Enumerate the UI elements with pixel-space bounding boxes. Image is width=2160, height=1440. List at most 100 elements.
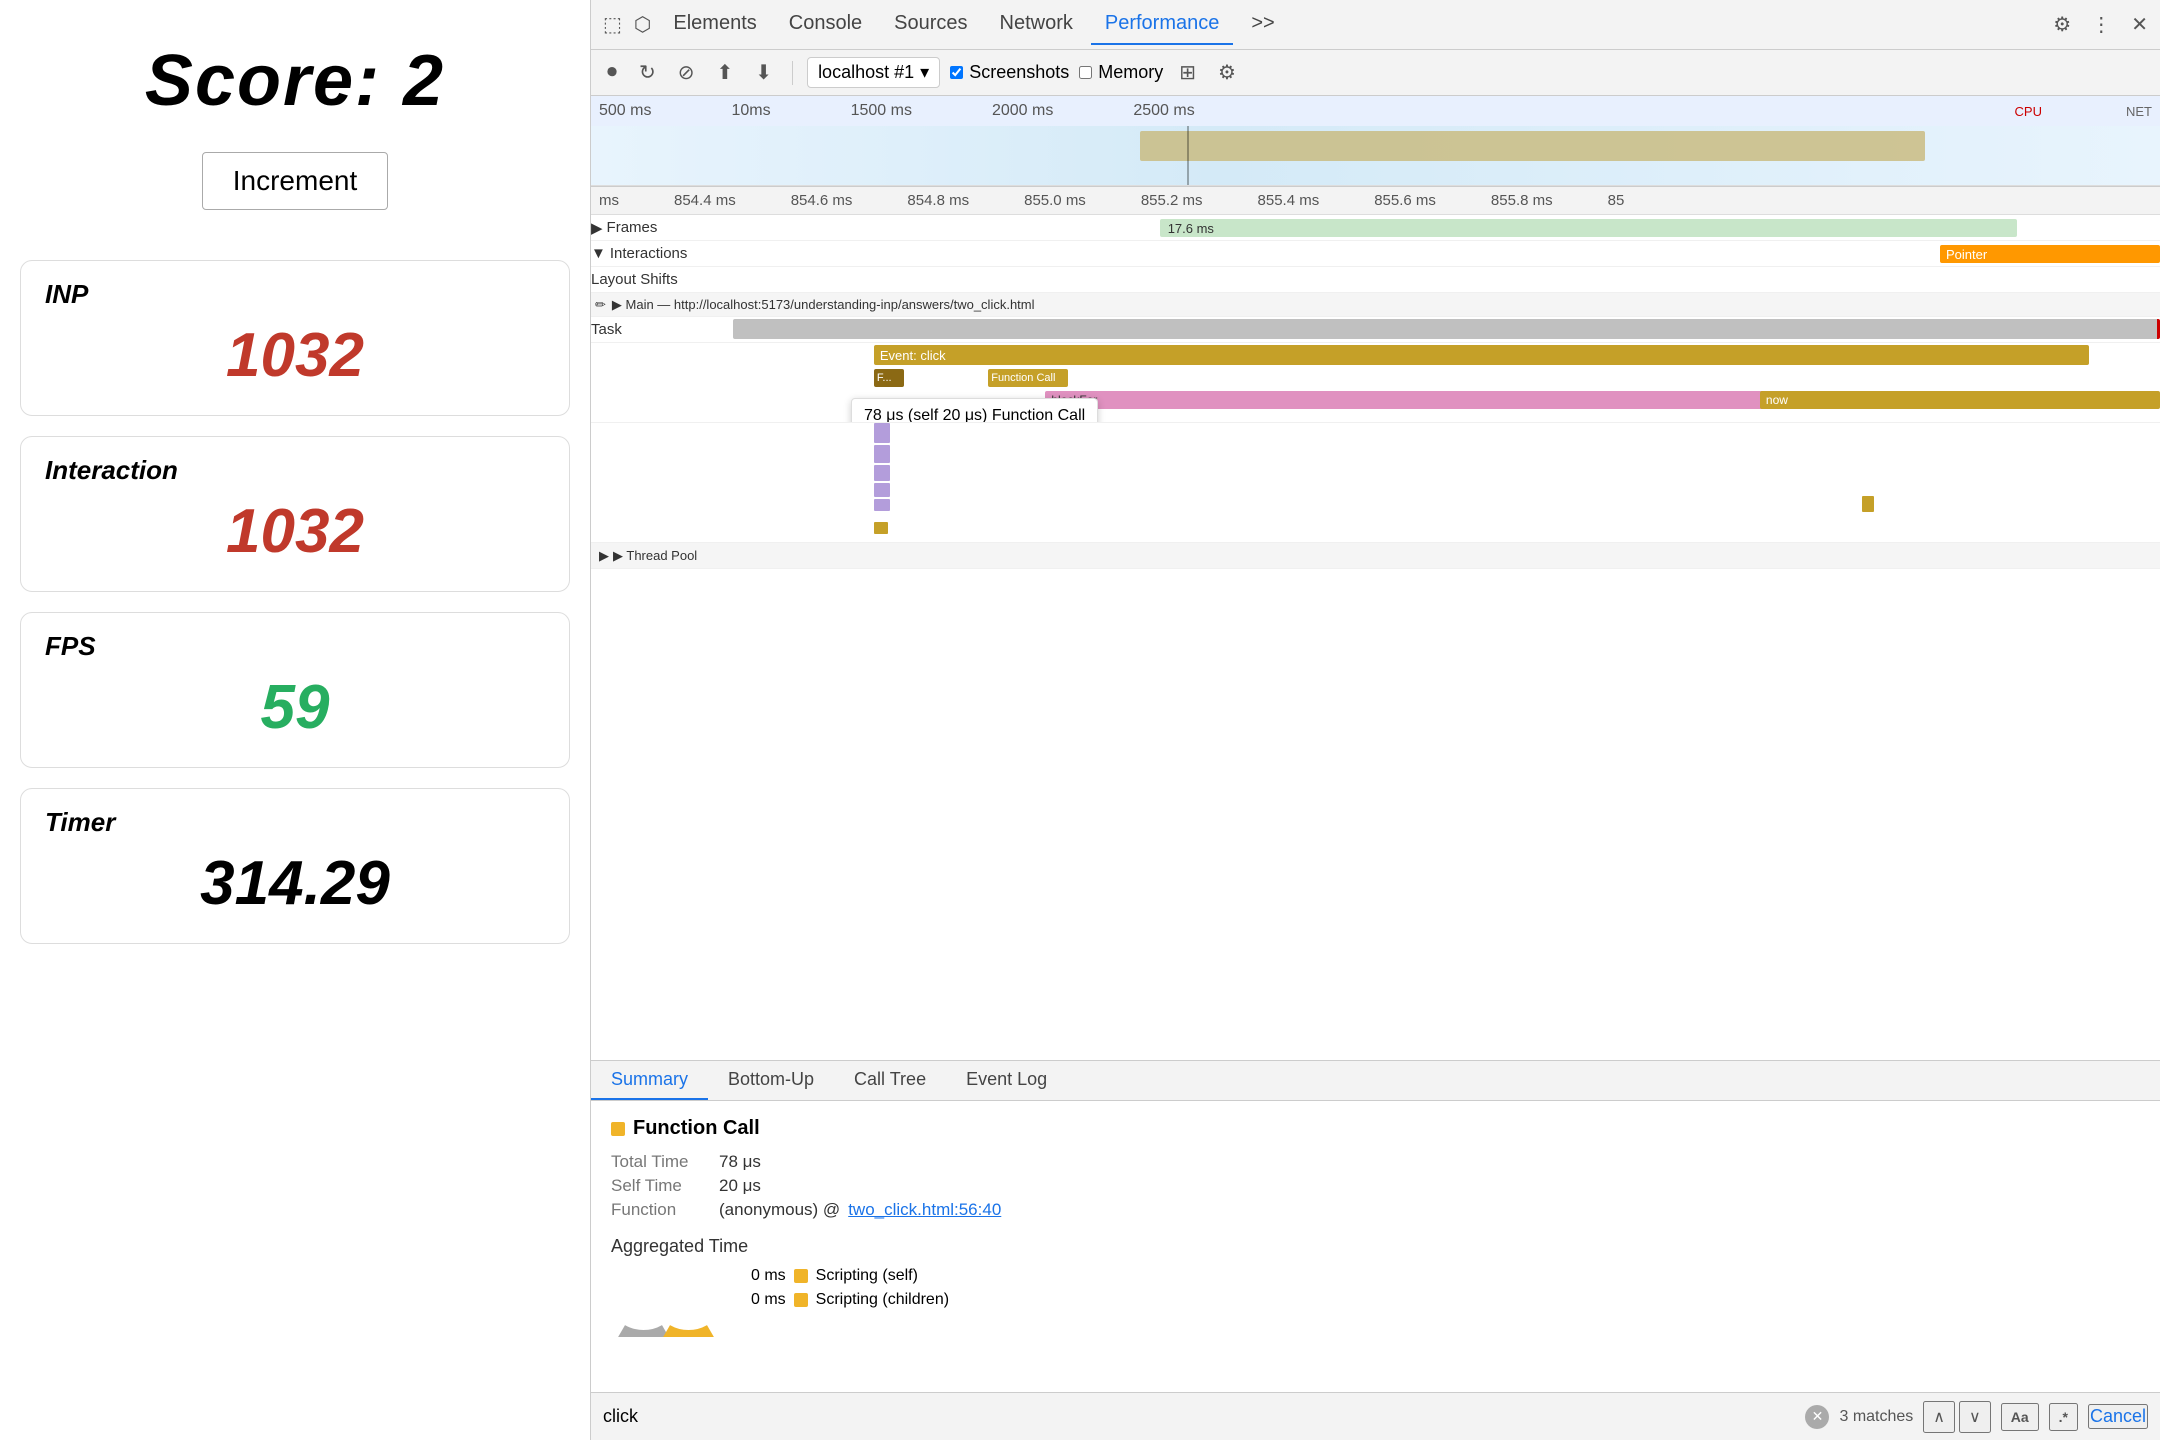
tooltip: 78 μs (self 20 μs) Function Call <box>851 398 1098 422</box>
interaction-pointer-bar[interactable]: Pointer <box>1940 245 2160 263</box>
legend-scripting-self: 0 ms Scripting (self) <box>751 1267 949 1285</box>
timeline-overview-area[interactable]: 500 ms 10ms 1500 ms 2000 ms 2500 ms CPU … <box>591 96 2160 187</box>
ruler-854.8: 854.8 ms <box>907 192 969 209</box>
inp-value: 1032 <box>45 320 545 391</box>
tab-elements[interactable]: Elements <box>659 4 770 45</box>
timeline-overview[interactable] <box>591 126 2160 186</box>
memory-checkbox[interactable] <box>1079 66 1092 79</box>
inp-label: INP <box>45 279 545 310</box>
interactions-track-content: Pointer <box>731 241 2160 266</box>
interactions-chevron[interactable]: ▼ <box>591 245 606 262</box>
tab-network[interactable]: Network <box>986 4 1087 45</box>
ruler-85: 85 <box>1608 192 1625 209</box>
ruler-ms: ms <box>599 192 619 209</box>
purple-block-3 <box>874 465 890 481</box>
tab-bottom-up[interactable]: Bottom-Up <box>708 1061 834 1100</box>
search-input[interactable] <box>603 1406 1795 1427</box>
scripting-value-2: 0 ms <box>751 1291 786 1309</box>
bottom-panel: Summary Bottom-Up Call Tree Event Log Fu… <box>591 1060 2160 1440</box>
inspector-icon[interactable]: ⬚ <box>599 8 626 41</box>
summary-color-indicator <box>611 1122 625 1136</box>
timer-card: Timer 314.29 <box>20 788 570 944</box>
scripting-children-label: Scripting (children) <box>816 1291 949 1309</box>
task-label: Task <box>591 321 731 338</box>
total-time-value: 78 μs <box>719 1152 761 1172</box>
interactions-track: ▼ Interactions Pointer <box>591 241 2160 267</box>
summary-title-row: Function Call <box>611 1117 2140 1140</box>
device-icon[interactable]: ⬡ <box>630 8 655 41</box>
upload-button[interactable]: ⬆ <box>711 56 740 89</box>
task-track: Task <box>591 317 2160 343</box>
url-label: localhost #1 <box>818 62 914 83</box>
search-cancel-button[interactable]: Cancel <box>2088 1404 2148 1429</box>
interactions-track-label: ▼ Interactions <box>591 245 731 262</box>
thread-pool-chevron[interactable]: ▶ <box>599 548 609 564</box>
now-bar[interactable]: now <box>1760 391 2160 409</box>
search-clear-button[interactable]: ✕ <box>1805 1405 1829 1429</box>
total-time-label: Total Time <box>611 1152 711 1172</box>
tab-call-tree[interactable]: Call Tree <box>834 1061 946 1100</box>
event-click-track: Event: click F... Function Call 78 μs (s… <box>591 343 2160 423</box>
settings-icon[interactable]: ⚙ <box>2049 8 2075 41</box>
function-link[interactable]: two_click.html:56:40 <box>848 1200 1001 1220</box>
download-button[interactable]: ⬇ <box>749 56 778 89</box>
search-prev-button[interactable]: ∧ <box>1923 1401 1955 1433</box>
tab-sources[interactable]: Sources <box>880 4 981 45</box>
purple-blocks-track <box>591 423 2160 543</box>
task-content <box>731 317 2160 342</box>
function-label: Function <box>611 1200 711 1220</box>
match-case-button[interactable]: Aa <box>2001 1403 2039 1431</box>
interaction-card: Interaction 1032 <box>20 436 570 592</box>
tab-console[interactable]: Console <box>775 4 876 45</box>
increment-button[interactable]: Increment <box>202 152 389 210</box>
purple-block-1 <box>874 423 890 443</box>
tab-event-log[interactable]: Event Log <box>946 1061 1067 1100</box>
summary-content: Function Call Total Time 78 μs Self Time… <box>591 1101 2160 1392</box>
search-nav: ∧ ∨ <box>1923 1401 1990 1433</box>
task-bar[interactable] <box>733 319 2160 339</box>
ruler-855.4: 855.4 ms <box>1258 192 1320 209</box>
search-next-button[interactable]: ∨ <box>1959 1401 1991 1433</box>
tab-more[interactable]: >> <box>1237 4 1288 45</box>
aggregated-title: Aggregated Time <box>611 1236 2140 1257</box>
frames-chevron[interactable]: ▶ <box>591 219 603 237</box>
ruler-2500ms: 2500 ms <box>1133 102 1194 120</box>
search-matches: 3 matches <box>1839 1408 1913 1426</box>
more-icon[interactable]: ⋮ <box>2087 8 2115 41</box>
main-thread-label: ✏ ▶ Main — http://localhost:5173/underst… <box>591 297 1035 313</box>
net-label: NET <box>2126 104 2152 119</box>
scripting-self-dot <box>794 1269 808 1283</box>
capture-settings-icon[interactable]: ⚙ <box>1212 56 1242 89</box>
frames-bar: 17.6 ms <box>1160 219 2017 237</box>
function-anon: (anonymous) @ <box>719 1200 840 1220</box>
f-bar[interactable]: F... <box>874 369 904 387</box>
ruler-854.6: 854.6 ms <box>791 192 853 209</box>
layout-shifts-content <box>731 267 2160 292</box>
url-selector[interactable]: localhost #1 ▾ <box>807 57 940 88</box>
function-sub-bar[interactable]: Function Call <box>988 369 1068 387</box>
reload-button[interactable]: ↻ <box>633 56 662 89</box>
ruler-854.4: 854.4 ms <box>674 192 736 209</box>
screenshots-checkbox-group: Screenshots <box>950 62 1069 83</box>
tooltip-text: 78 μs (self 20 μs) Function Call <box>864 407 1085 422</box>
regex-button[interactable]: .* <box>2049 1403 2078 1431</box>
frames-value: 17.6 ms <box>1168 221 1214 236</box>
screenshots-checkbox[interactable] <box>950 66 963 79</box>
event-click-bar[interactable]: Event: click <box>874 345 2089 365</box>
timeline-tracks[interactable]: ▶ Frames 17.6 ms ▼ Interactions Point <box>591 215 2160 1060</box>
clear-button[interactable]: ⊘ <box>672 56 701 89</box>
ruler-500ms: 500 ms <box>599 102 651 120</box>
close-icon[interactable]: ✕ <box>2127 8 2152 41</box>
self-time-label: Self Time <box>611 1176 711 1196</box>
record-button[interactable]: ⏺ <box>601 57 623 88</box>
legend-rows: 0 ms Scripting (self) 0 ms Scripting (ch… <box>751 1267 949 1309</box>
tab-performance[interactable]: Performance <box>1091 4 1234 45</box>
score-title: Score: 2 <box>145 40 445 122</box>
purple-blocks-content <box>731 423 2160 542</box>
tab-summary[interactable]: Summary <box>591 1061 708 1100</box>
timeline-detail: ms 854.4 ms 854.6 ms 854.8 ms 855.0 ms 8… <box>591 187 2160 1060</box>
thread-pool-track: ▶ ▶ Thread Pool <box>591 543 2160 569</box>
event-click-text: Event: click <box>880 348 946 363</box>
total-time-row: Total Time 78 μs <box>611 1152 2140 1172</box>
cpu-throttle-icon[interactable]: ⊞ <box>1173 56 1202 89</box>
